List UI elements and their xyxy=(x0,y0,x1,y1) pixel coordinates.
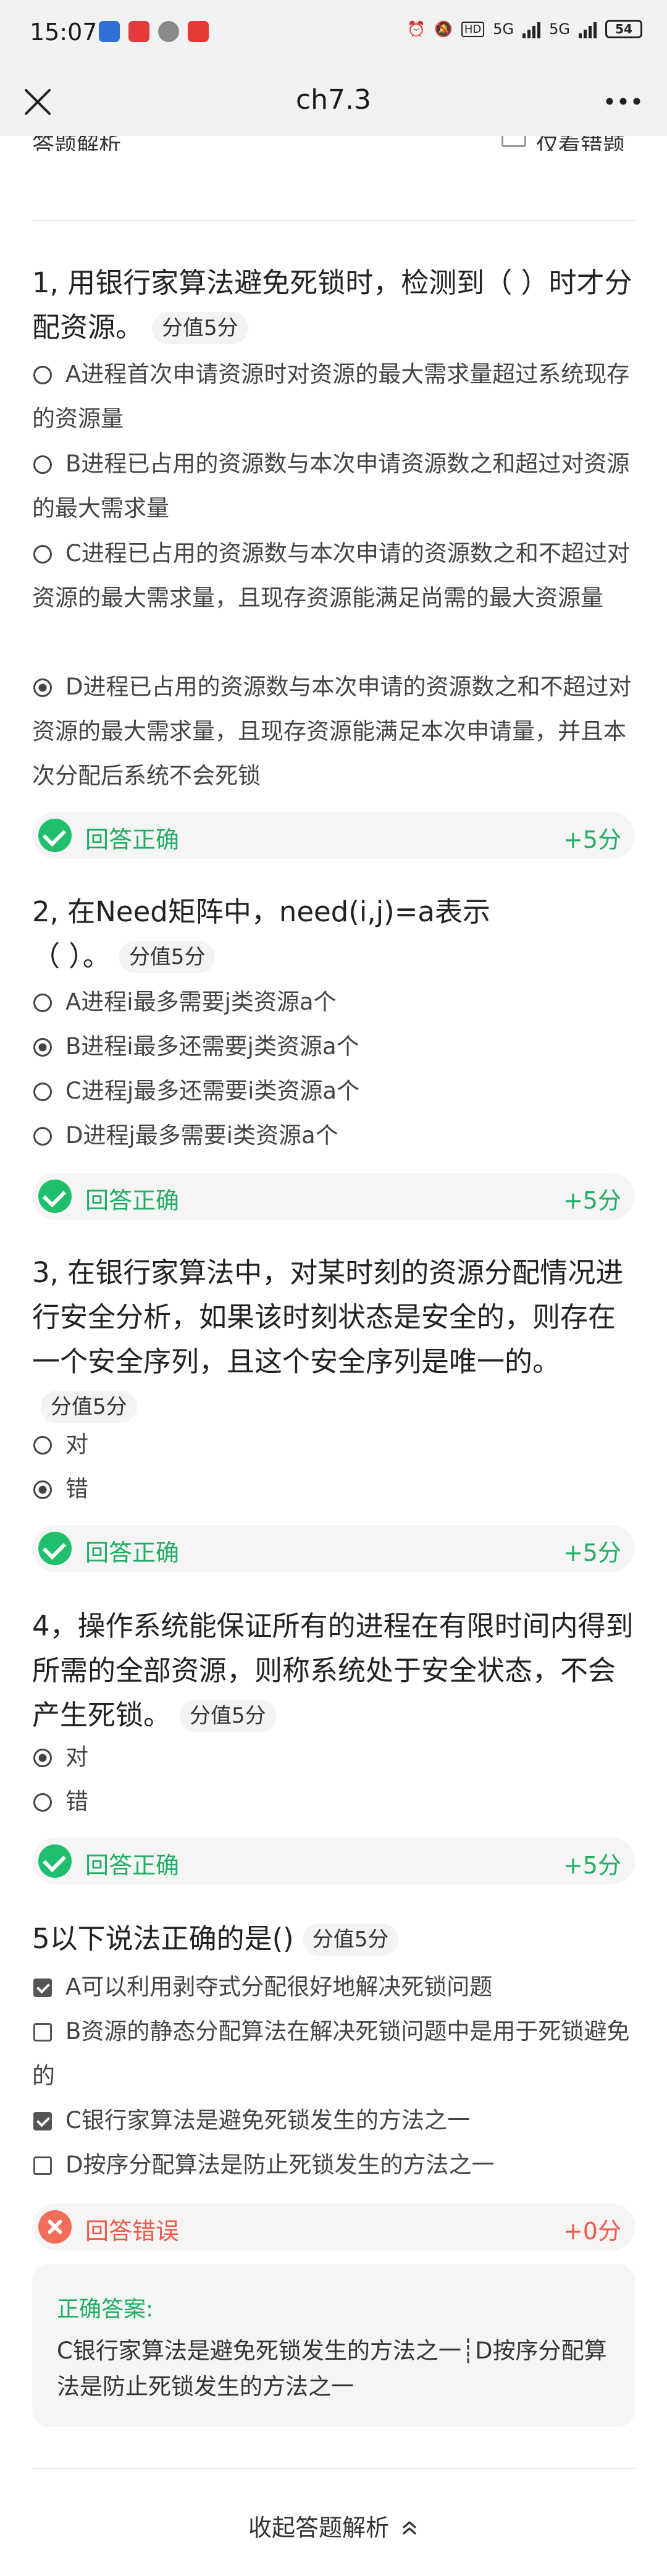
result-bar: 回答正确 +5分 xyxy=(32,1173,635,1220)
score-badge: 分值5分 xyxy=(302,1924,399,1956)
question-title: 1, 用银行家算法避免死锁时，检测到（ ）时才分配资源。 分值5分 xyxy=(32,266,632,344)
option-item[interactable]: B资源的静态分配算法在解决死锁问题中是用于死锁避免的 xyxy=(32,2009,635,2098)
result-bar: 回答正确 +5分 xyxy=(32,1838,635,1885)
option-item-selected[interactable]: D进程已占用的资源数与本次申请的资源数之和不超过对资源的最大需求量，且现存资源能… xyxy=(32,665,635,798)
checkbox-icon xyxy=(33,2156,52,2175)
option-item[interactable]: C进程j最多还需要i类资源a个 xyxy=(32,1069,635,1113)
check-circle-icon xyxy=(38,1844,72,1878)
option-item[interactable]: C进程已占用的资源数与本次申请的资源数之和不超过对资源的最大需求量，且现存资源能… xyxy=(32,531,635,620)
radio-icon xyxy=(33,455,52,474)
option-item[interactable]: 错 xyxy=(32,1780,635,1824)
radio-icon xyxy=(33,1793,52,1812)
radio-selected-icon xyxy=(33,1480,52,1499)
collapse-analysis-button[interactable]: 收起答题解析 xyxy=(0,2509,667,2543)
radio-icon xyxy=(33,366,52,384)
signal-icon xyxy=(522,20,541,38)
battery-level: 54 xyxy=(615,22,632,36)
more-icon[interactable] xyxy=(602,89,645,114)
checkbox-icon xyxy=(33,2023,52,2042)
radio-icon xyxy=(33,1127,52,1146)
result-score: +5分 xyxy=(563,1539,621,1566)
result-score: +0分 xyxy=(563,2218,621,2245)
correct-answer-text: C银行家算法是避免死锁发生的方法之一┊D按序分配算法是防止死锁发生的方法之一 xyxy=(57,2337,607,2400)
radio-icon xyxy=(33,1436,52,1455)
result-text: 回答正确 xyxy=(85,1187,180,1214)
clipped-header-row: 答题解析 仅看错题 xyxy=(0,136,667,151)
question-title: 2, 在Need矩阵中，need(i,j)=a表示（ ）。 分值5分 xyxy=(32,895,490,973)
result-score: +5分 xyxy=(563,1187,621,1214)
app-notification-icon xyxy=(128,21,149,42)
nav-bar: ch7.3 xyxy=(0,68,667,136)
score-badge: 分值5分 xyxy=(152,312,248,344)
score-badge: 分值5分 xyxy=(180,1700,276,1732)
radio-selected-icon xyxy=(33,678,52,697)
radio-icon xyxy=(33,994,52,1012)
result-text: 回答错误 xyxy=(85,2218,180,2245)
option-item[interactable]: D按序分配算法是防止死锁发生的方法之一 xyxy=(32,2143,635,2187)
check-circle-icon xyxy=(38,1180,72,1213)
cross-circle-icon xyxy=(38,2210,72,2244)
result-bar: 回答正确 +5分 xyxy=(32,1525,635,1572)
analysis-label: 答题解析 xyxy=(32,136,122,151)
radio-selected-icon xyxy=(33,1038,52,1057)
check-circle-icon xyxy=(38,819,72,852)
score-badge: 分值5分 xyxy=(119,941,216,973)
signal-icon xyxy=(579,20,597,38)
status-bar: 15:07 ⏰ 🔕 HD 5G 5G 54 xyxy=(0,0,667,68)
option-item[interactable]: 对 xyxy=(32,1422,635,1467)
option-item[interactable]: B进程已占用的资源数与本次申请资源数之和超过对资源的最大需求量 xyxy=(32,442,635,531)
option-item[interactable]: A进程i最多需要j类资源a个 xyxy=(32,980,635,1024)
battery-icon: 54 xyxy=(605,20,642,38)
app-notification-icon xyxy=(188,21,209,42)
app-notification-icon xyxy=(99,21,120,42)
result-text: 回答正确 xyxy=(85,1852,180,1879)
check-circle-icon xyxy=(38,1532,72,1565)
option-item[interactable]: D进程j最多需要i类资源a个 xyxy=(32,1113,635,1158)
status-time: 15:07 xyxy=(30,19,98,46)
question-title: 3, 在银行家算法中，对某时刻的资源分配情况进行安全分析，如果该时刻状态是安全的… xyxy=(32,1251,637,1429)
alarm-icon: ⏰ xyxy=(407,20,426,38)
question-title: 4，操作系统能保证所有的进程在有限时间内得到所需的全部资源，则称系统处于安全状态… xyxy=(32,1610,634,1732)
radio-icon xyxy=(33,545,52,564)
notification-icons xyxy=(99,21,209,42)
wrong-only-checkbox[interactable] xyxy=(501,136,526,147)
wrong-only-label: 仅看错题 xyxy=(536,136,626,151)
result-bar: 回答错误 +0分 xyxy=(32,2203,635,2250)
correct-answer-box: 正确答案: C银行家算法是避免死锁发生的方法之一┊D按序分配算法是防止死锁发生的… xyxy=(32,2264,635,2427)
correct-answer-label: 正确答案: xyxy=(57,2297,154,2322)
hd-label: HD xyxy=(461,21,485,37)
result-score: +5分 xyxy=(563,826,621,853)
radio-selected-icon xyxy=(33,1749,52,1767)
divider xyxy=(32,2468,635,2469)
status-indicators: ⏰ 🔕 HD 5G 5G 54 xyxy=(407,20,642,38)
option-item-selected[interactable]: 对 xyxy=(32,1735,635,1780)
mute-icon: 🔕 xyxy=(434,20,453,38)
page-title: ch7.3 xyxy=(295,84,372,116)
wechat-icon xyxy=(158,21,179,42)
option-item-selected[interactable]: A可以利用剥夺式分配很好地解决死锁问题 xyxy=(32,1965,635,2009)
option-item[interactable]: A进程首次申请资源时对资源的最大需求量超过系统现存的资源量 xyxy=(32,352,635,441)
divider xyxy=(32,220,635,221)
option-item-selected[interactable]: B进程i最多还需要j类资源a个 xyxy=(32,1024,635,1069)
radio-icon xyxy=(33,1083,52,1101)
result-bar: 回答正确 +5分 xyxy=(32,812,635,859)
result-text: 回答正确 xyxy=(85,826,180,853)
double-chevron-up-icon xyxy=(403,2521,416,2535)
network-5g-label: 5G xyxy=(549,20,570,38)
score-badge: 分值5分 xyxy=(41,1391,137,1423)
option-item-selected[interactable]: 错 xyxy=(32,1467,635,1511)
checkbox-checked-icon xyxy=(33,1978,52,1997)
network-5g-label: 5G xyxy=(493,20,514,38)
option-item-selected[interactable]: C银行家算法是避免死锁发生的方法之一 xyxy=(32,2098,635,2143)
result-text: 回答正确 xyxy=(85,1539,180,1566)
question-title: 5以下说法正确的是() 分值5分 xyxy=(32,1917,637,1961)
collapse-label: 收起答题解析 xyxy=(248,2514,389,2541)
result-score: +5分 xyxy=(563,1852,621,1879)
checkbox-checked-icon xyxy=(33,2112,52,2130)
